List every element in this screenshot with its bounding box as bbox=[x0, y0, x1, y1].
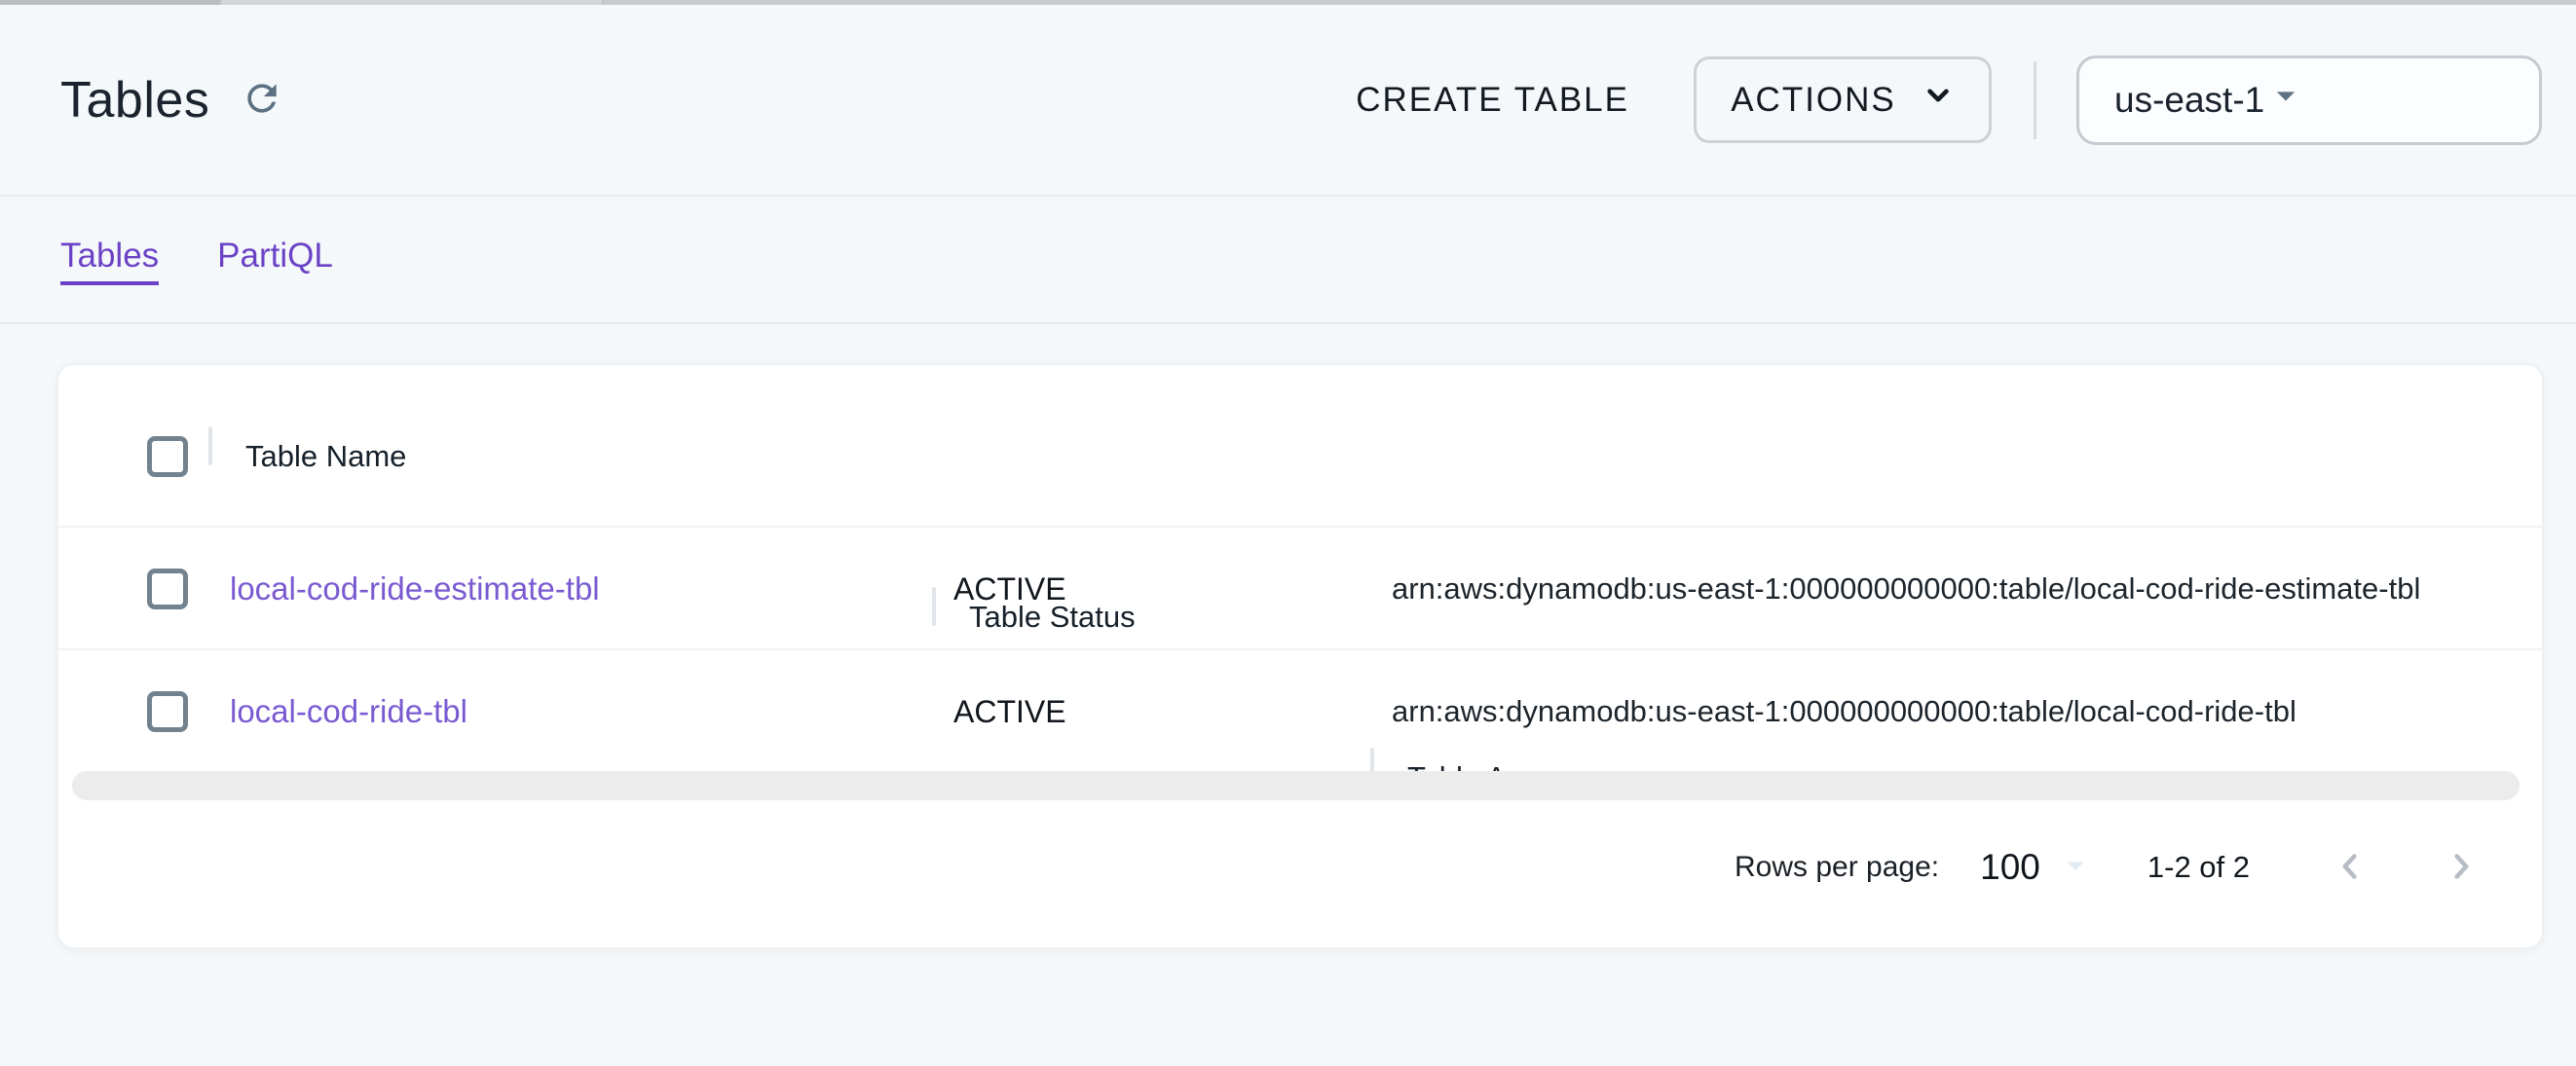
chevron-down-icon bbox=[1922, 79, 1955, 121]
row-checkbox-cell bbox=[126, 652, 208, 771]
column-header-label: Table Name bbox=[245, 439, 406, 474]
column-separator bbox=[208, 426, 212, 465]
refresh-button[interactable] bbox=[239, 77, 285, 124]
arrow-drop-down-icon bbox=[2264, 74, 2307, 126]
status-value: ACTIVE bbox=[953, 694, 1066, 730]
actions-button[interactable]: ACTIONS bbox=[1694, 56, 1992, 143]
header-controls: CREATE TABLE ACTIONS us-east-1 bbox=[1350, 55, 2542, 145]
select-all-checkbox[interactable] bbox=[147, 436, 188, 477]
chevron-left-icon bbox=[2330, 846, 2371, 890]
row-checkbox[interactable] bbox=[147, 569, 188, 609]
table-row: local-cod-ride-estimate-tbl ACTIVE arn:a… bbox=[58, 530, 2542, 650]
table-name-link[interactable]: local-cod-ride-tbl bbox=[230, 693, 467, 730]
tables-card: Table Name Table Status Table Arn local-… bbox=[56, 363, 2544, 949]
pagination-range-label: 1-2 of 2 bbox=[2147, 850, 2250, 885]
arn-value: arn:aws:dynamodb:us-east-1:000000000000:… bbox=[1392, 571, 2420, 607]
arn-value: arn:aws:dynamodb:us-east-1:000000000000:… bbox=[1392, 694, 2296, 729]
tab-tables[interactable]: Tables bbox=[60, 237, 159, 285]
column-header-table-name[interactable]: Table Name bbox=[208, 365, 932, 526]
previous-page-button[interactable] bbox=[2330, 846, 2371, 890]
tab-bar: Tables PartiQL bbox=[0, 199, 2576, 324]
table-arn-cell: arn:aws:dynamodb:us-east-1:000000000000:… bbox=[1370, 530, 2542, 648]
region-select-value: us-east-1 bbox=[2114, 80, 2264, 121]
rows-per-page-select[interactable]: 100 bbox=[1980, 846, 2095, 890]
rows-per-page-label: Rows per page: bbox=[1735, 851, 1939, 884]
table-header-checkbox-cell bbox=[126, 365, 208, 526]
app-header: Tables CREATE TABLE ACTIONS us-east-1 bbox=[0, 5, 2576, 197]
title-wrap: Tables bbox=[60, 71, 285, 129]
rows-per-page-value: 100 bbox=[1980, 847, 2040, 888]
table-name-cell: local-cod-ride-estimate-tbl bbox=[208, 530, 932, 648]
pagination-footer: Rows per page: 100 1-2 of 2 bbox=[58, 830, 2542, 904]
horizontal-scrollbar[interactable] bbox=[72, 771, 2520, 800]
table-status-cell: ACTIVE bbox=[932, 652, 1370, 771]
arrow-drop-down-icon bbox=[2040, 846, 2095, 890]
table-status-cell: ACTIVE bbox=[932, 530, 1370, 648]
next-page-button[interactable] bbox=[2441, 846, 2482, 890]
page-title: Tables bbox=[60, 71, 209, 129]
create-table-button[interactable]: CREATE TABLE bbox=[1350, 71, 1635, 129]
tab-partiql[interactable]: PartiQL bbox=[217, 237, 333, 285]
refresh-icon bbox=[241, 77, 283, 123]
actions-button-label: ACTIONS bbox=[1731, 81, 1896, 120]
status-value: ACTIVE bbox=[953, 571, 1066, 607]
row-checkbox-cell bbox=[126, 530, 208, 648]
region-select[interactable]: us-east-1 bbox=[2076, 55, 2542, 145]
header-divider bbox=[2034, 61, 2036, 139]
row-checkbox[interactable] bbox=[147, 691, 188, 732]
table-row: local-cod-ride-tbl ACTIVE arn:aws:dynamo… bbox=[58, 652, 2542, 771]
table-header-row: Table Name Table Status Table Arn bbox=[58, 365, 2542, 528]
chevron-right-icon bbox=[2441, 846, 2482, 890]
table-name-cell: local-cod-ride-tbl bbox=[208, 652, 932, 771]
table-arn-cell: arn:aws:dynamodb:us-east-1:000000000000:… bbox=[1370, 652, 2542, 771]
table-name-link[interactable]: local-cod-ride-estimate-tbl bbox=[230, 570, 600, 607]
